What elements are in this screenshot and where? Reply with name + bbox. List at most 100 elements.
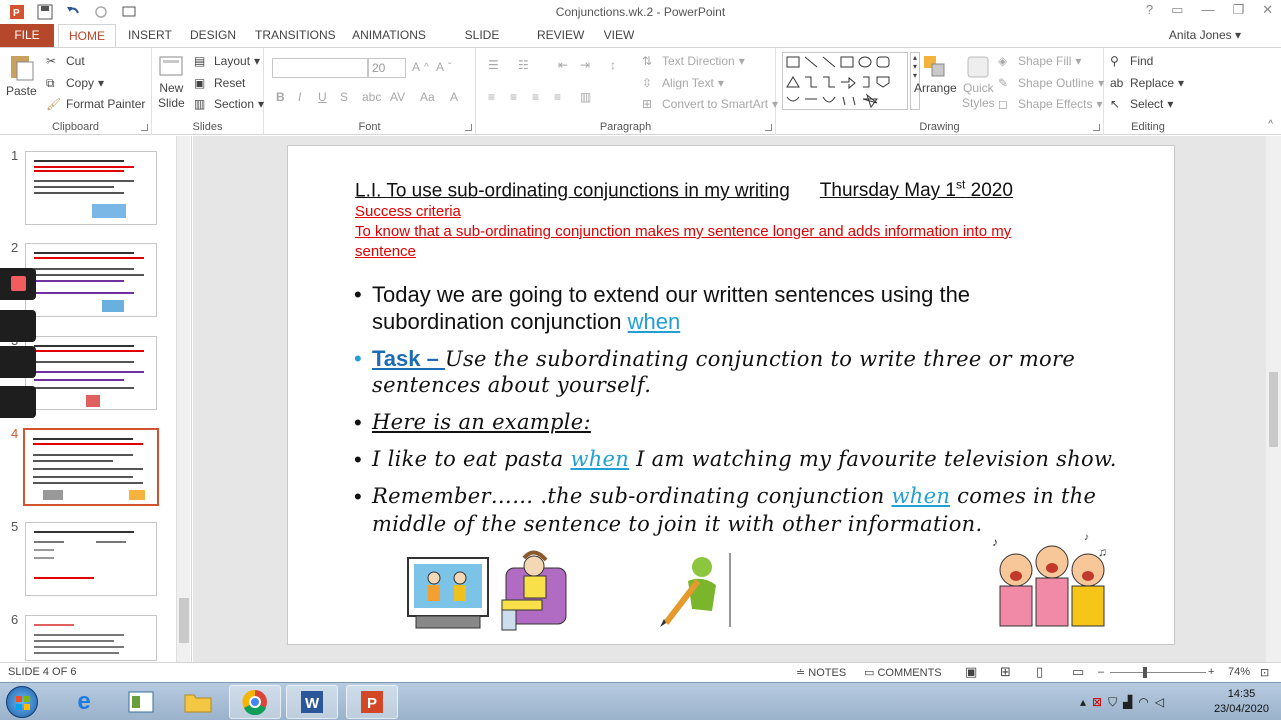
text-direction-button[interactable]: ⇅ Text Direction ▾ [642, 54, 745, 68]
minimize-button[interactable]: — [1201, 2, 1214, 18]
bold-button[interactable]: B [276, 90, 285, 104]
user-account[interactable]: Anita Jones ▾ [1169, 28, 1241, 42]
quick-styles-button[interactable]: Quick Styles [962, 54, 995, 110]
underline-button[interactable]: U [318, 90, 327, 104]
slide-thumbnail-2[interactable] [25, 243, 157, 317]
tab-file[interactable]: FILE [0, 24, 54, 47]
align-center-button[interactable]: ≡ [510, 90, 517, 104]
notes-button[interactable]: ≐ NOTES [796, 666, 846, 679]
taskbar-app-window[interactable] [115, 685, 167, 719]
overlay-tool-button-2[interactable] [0, 346, 36, 378]
change-case-button[interactable]: Aa [420, 90, 435, 104]
zoom-in-button[interactable]: + [1208, 666, 1214, 678]
slide-thumbnail-1[interactable] [25, 151, 157, 225]
taskbar-word[interactable]: W [286, 685, 338, 719]
tab-home[interactable]: HOME [58, 24, 116, 47]
justify-button[interactable]: ≡ [554, 90, 561, 104]
editor-scrollbar-thumb[interactable] [1269, 372, 1278, 447]
strikethrough-button[interactable]: abc [362, 90, 381, 104]
start-button[interactable] [6, 686, 38, 718]
fit-slide-icon[interactable]: ⊡ [1260, 666, 1269, 679]
overlay-tool-button-3[interactable] [0, 386, 36, 418]
slide-thumbnail-6[interactable] [25, 615, 157, 661]
slide-thumbnail-4[interactable] [23, 428, 159, 506]
overlay-tool-button-1[interactable] [0, 310, 36, 342]
shadow-button[interactable]: S [340, 90, 348, 104]
tv-watching-clipart[interactable] [406, 548, 574, 632]
shape-effects-button[interactable]: ◻ Shape Effects ▾ [998, 97, 1103, 111]
tab-design[interactable]: DESIGN [190, 24, 236, 47]
numbering-button[interactable]: ☷ [518, 58, 529, 72]
shape-outline-button[interactable]: ✎ Shape Outline ▾ [998, 76, 1104, 90]
line-spacing-button[interactable]: ↕ [610, 58, 616, 72]
align-text-button[interactable]: ⇳ Align Text ▾ [642, 76, 724, 90]
taskbar-file-explorer[interactable] [172, 685, 224, 719]
volume-icon[interactable]: ◁ [1155, 695, 1164, 710]
collapse-ribbon-icon[interactable]: ^ [1268, 119, 1273, 130]
system-clock[interactable]: 14:35 23/04/2020 [1214, 687, 1269, 717]
zoom-slider-thumb[interactable] [1143, 667, 1147, 678]
zoom-slider[interactable] [1110, 672, 1206, 673]
tab-transitions[interactable]: TRANSITIONS [255, 24, 336, 47]
font-launcher-icon[interactable] [465, 124, 472, 131]
success-criteria-line-2[interactable]: sentence [355, 243, 416, 260]
security-icon[interactable]: ⛉ [1108, 695, 1117, 710]
reading-view-icon[interactable]: ▯ [1036, 664, 1043, 680]
bullets-button[interactable]: ☰ [488, 58, 499, 72]
taskbar-powerpoint[interactable]: P [346, 685, 398, 719]
slide-sorter-icon[interactable]: ⊞ [1000, 664, 1011, 680]
align-left-button[interactable]: ≡ [488, 90, 495, 104]
record-tool-button[interactable] [0, 268, 36, 300]
normal-view-icon[interactable]: ▣ [965, 664, 977, 680]
convert-smartart-button[interactable]: ⊞ Convert to SmartArt ▾ [642, 97, 778, 111]
shrink-font-button[interactable]: Aˇ [436, 60, 451, 74]
writing-figure-clipart[interactable] [658, 551, 734, 629]
font-color-button[interactable]: A [450, 90, 458, 104]
success-criteria-line-1[interactable]: To know that a sub-ordinating conjunctio… [355, 223, 1011, 240]
decrease-indent-button[interactable]: ⇤ [558, 58, 568, 72]
wifi-icon[interactable]: ◠ [1138, 695, 1148, 710]
show-hidden-icons-icon[interactable]: ▴ [1080, 695, 1086, 710]
slide-title[interactable]: L.I. To use sub-ordinating conjunctions … [355, 178, 1013, 202]
restore-button[interactable]: ❐ [1232, 2, 1244, 18]
editor-scrollbar[interactable] [1266, 136, 1281, 662]
paste-button[interactable]: Paste [6, 52, 37, 98]
slide-show-icon[interactable]: ▭ [1072, 664, 1084, 680]
network-error-icon[interactable]: ⊠ [1092, 695, 1102, 710]
new-slide-button[interactable]: New Slide [158, 54, 185, 110]
align-right-button[interactable]: ≡ [532, 90, 539, 104]
char-spacing-button[interactable]: AV [390, 90, 405, 104]
current-slide[interactable]: L.I. To use sub-ordinating conjunctions … [287, 145, 1175, 645]
layout-button[interactable]: ▤ Layout ▾ [194, 54, 260, 68]
find-button[interactable]: ⚲ Find [1110, 54, 1153, 68]
grow-font-button[interactable]: A ^ [412, 60, 429, 74]
replace-button[interactable]: ab Replace ▾ [1110, 76, 1184, 90]
zoom-out-button[interactable]: – [1098, 666, 1104, 678]
tab-animations[interactable]: ANIMATIONS [351, 24, 427, 47]
arrange-button[interactable]: Arrange [914, 54, 957, 95]
success-criteria-heading[interactable]: Success criteria [355, 203, 461, 220]
clipboard-launcher-icon[interactable] [141, 124, 148, 131]
taskbar-chrome[interactable] [229, 685, 281, 719]
taskbar-internet-explorer[interactable]: e [58, 685, 110, 719]
select-button[interactable]: ↖ Select ▾ [1110, 97, 1173, 111]
cut-button[interactable]: ✂ Cut [46, 54, 85, 68]
format-painter-button[interactable]: 🖌 Format Painter [46, 97, 145, 111]
ribbon-display-button[interactable]: ▭ [1171, 2, 1183, 18]
increase-indent-button[interactable]: ⇥ [580, 58, 590, 72]
reset-button[interactable]: ▣ Reset [194, 76, 245, 90]
shapes-gallery[interactable] [782, 52, 908, 110]
close-button[interactable]: ✕ [1262, 2, 1273, 18]
help-button[interactable]: ? [1146, 2, 1153, 18]
slide-thumbnail-5[interactable] [25, 522, 157, 596]
thumbnail-scrollbar[interactable] [176, 136, 190, 662]
signal-icon[interactable]: ▟ [1123, 695, 1132, 710]
paragraph-launcher-icon[interactable] [765, 124, 772, 131]
shape-fill-button[interactable]: ◈ Shape Fill ▾ [998, 54, 1081, 68]
section-button[interactable]: ▥ Section ▾ [194, 97, 264, 111]
tab-insert[interactable]: INSERT [128, 24, 172, 47]
tab-review[interactable]: REVIEW [537, 24, 584, 47]
copy-button[interactable]: ⧉ Copy ▾ [46, 76, 104, 90]
zoom-level[interactable]: 74% [1228, 666, 1250, 678]
font-size-box[interactable]: 20 [368, 58, 406, 78]
